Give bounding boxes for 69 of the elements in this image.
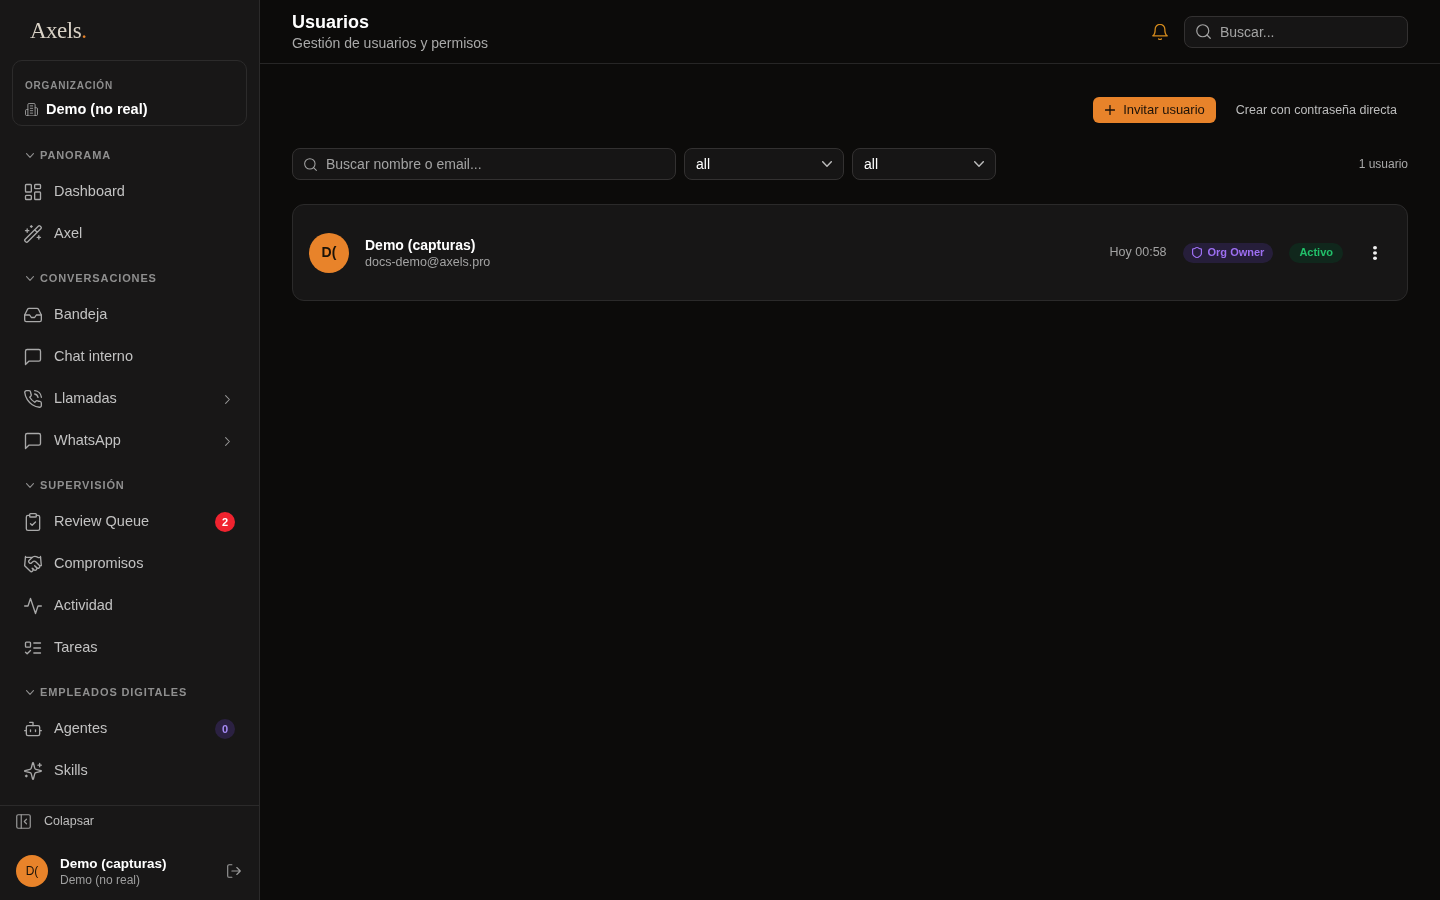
notification-badge: 2 (215, 512, 235, 532)
role-badge: Org Owner (1182, 242, 1274, 263)
result-count: 1 usuario (1358, 156, 1408, 173)
filter-dropdown[interactable]: all (684, 148, 844, 180)
robot-icon (24, 720, 42, 738)
logout-icon[interactable] (227, 864, 241, 878)
user-name: Demo (capturas) (365, 235, 477, 254)
filter-dropdown[interactable]: all (852, 148, 996, 180)
shield-icon (1191, 247, 1202, 258)
sidebar-item[interactable]: Skills (12, 750, 247, 792)
user-avatar: D( (16, 855, 48, 887)
sidebar-item[interactable]: Bandeja (12, 294, 247, 336)
organization-label: ORGANIZACIÓN (25, 79, 113, 93)
grid-icon (24, 183, 42, 201)
page-title: Usuarios (292, 10, 371, 33)
sidebar-item[interactable]: Compromisos (12, 543, 247, 585)
sidebar-item[interactable]: Actividad (12, 585, 247, 627)
chevron-down-icon (26, 482, 34, 488)
search-icon (304, 157, 317, 171)
plus-icon (1105, 105, 1116, 115)
search-field[interactable]: Buscar... (1184, 15, 1408, 48)
panel-left-icon (16, 813, 31, 829)
create-link[interactable]: Crear con contraseña directa (1224, 97, 1408, 123)
chevron-down-icon (26, 152, 34, 158)
sidebar-item[interactable]: Review Queue 2 (12, 501, 247, 543)
user-avatar: D( (309, 232, 349, 273)
sidebar-item[interactable]: Llamadas (12, 378, 247, 420)
user-name: Demo (capturas) (60, 854, 167, 872)
section-header[interactable]: SUPERVISIÓN (0, 475, 131, 495)
sidebar-item[interactable]: Agentes 0 (12, 708, 247, 750)
section-header[interactable]: CONVERSACIONES (0, 268, 163, 288)
chat-bubble-icon (24, 348, 42, 366)
logo: Axels. (30, 18, 87, 42)
status-badge: Activo (1289, 242, 1343, 263)
user-email: docs-demo@axels.pro (365, 253, 491, 270)
handshake-icon (24, 555, 42, 573)
sidebar-item[interactable]: Chat interno (12, 336, 247, 378)
caret-icon (822, 161, 832, 167)
sparkles-icon (24, 762, 42, 780)
clipboard-check-icon (24, 513, 42, 531)
user-card[interactable]: D( Demo (capturas) docs-demo@axels.pro Hoy 00:58 Org Owner Activo (292, 204, 1408, 301)
pulse-icon (24, 597, 42, 615)
bell-icon[interactable] (1152, 23, 1168, 40)
section-header[interactable]: EMPLEADOS DIGITALES (0, 682, 194, 702)
last-active-time: Hoy 00:58 (1109, 244, 1167, 262)
sidebar-item[interactable]: Axel (12, 213, 247, 255)
more-vertical-icon[interactable] (1373, 245, 1377, 260)
phone-icon (24, 390, 42, 408)
search-field[interactable]: Buscar nombre o email... (292, 148, 676, 180)
sidebar-item[interactable]: Tareas (12, 627, 247, 669)
sidebar-item[interactable]: WhatsApp (12, 420, 247, 462)
building-icon (25, 103, 38, 117)
organization-name: Demo (no real) (46, 100, 148, 119)
collapse-button[interactable]: Colapsar (0, 806, 259, 836)
organization-panel[interactable]: ORGANIZACIÓN Demo (no real) (12, 60, 247, 126)
chevron-down-icon (26, 275, 34, 281)
caret-icon (974, 161, 984, 167)
inbox-icon (24, 306, 42, 324)
invite-button[interactable]: Invitar usuario (1093, 97, 1216, 123)
chat-bubble-icon (24, 432, 42, 450)
search-icon (1196, 24, 1211, 39)
checklist-icon (24, 639, 42, 657)
section-header[interactable]: PANORAMA (0, 145, 117, 165)
user-organization: Demo (no real) (60, 871, 142, 888)
count-badge: 0 (215, 719, 235, 739)
sidebar-item[interactable]: Dashboard (12, 171, 247, 213)
page-subtitle: Gestión de usuarios y permisos (292, 33, 489, 53)
wand-icon (24, 225, 42, 243)
chevron-down-icon (26, 689, 34, 695)
